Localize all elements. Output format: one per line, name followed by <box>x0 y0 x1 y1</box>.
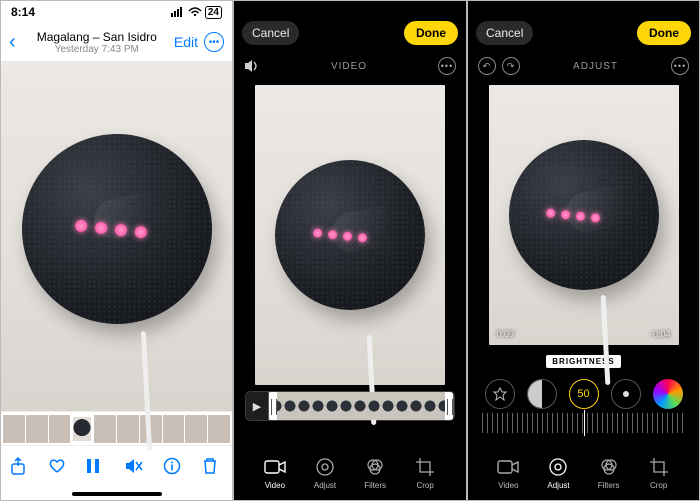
thumbnail[interactable] <box>26 415 48 443</box>
tab-label: Adjust <box>547 481 569 490</box>
cancel-button[interactable]: Cancel <box>476 21 533 45</box>
crop-icon <box>648 456 670 478</box>
video-icon <box>497 456 519 478</box>
tab-adjust[interactable]: Adjust <box>547 456 569 490</box>
thumbnail[interactable] <box>163 415 185 443</box>
adjust-icon <box>314 456 336 478</box>
thumbnail[interactable] <box>117 415 139 443</box>
wifi-icon <box>188 7 202 17</box>
edit-mode-label: VIDEO <box>331 61 367 72</box>
frame-strip[interactable] <box>268 392 454 420</box>
tab-adjust[interactable]: Adjust <box>314 456 336 490</box>
redo-icon[interactable]: ↷ <box>502 57 520 75</box>
status-right: 24 <box>171 6 222 19</box>
crop-icon <box>414 456 436 478</box>
play-icon[interactable]: ▶ <box>246 400 268 413</box>
photos-viewer-panel: 8:14 24 ‹ Magalang – San Isidro Yesterda… <box>0 0 233 501</box>
thumbnail[interactable] <box>185 415 207 443</box>
thumbnail[interactable] <box>49 415 71 443</box>
edit-topbar: Cancel Done <box>234 13 466 53</box>
tab-label: Filters <box>598 481 620 490</box>
video-icon <box>264 456 286 478</box>
dial-auto[interactable] <box>485 379 515 409</box>
info-icon[interactable] <box>163 457 185 475</box>
thumbnail[interactable] <box>208 415 230 443</box>
adjust-icon <box>547 456 569 478</box>
timestamp-subtitle: Yesterday 7:43 PM <box>20 44 174 55</box>
dial-highlights[interactable] <box>611 379 641 409</box>
share-icon[interactable] <box>9 457 31 475</box>
mute-icon[interactable] <box>125 458 147 474</box>
dial-color[interactable] <box>653 379 683 409</box>
tab-label: Video <box>265 481 285 490</box>
volume-icon[interactable] <box>244 59 260 73</box>
header-title-group: Magalang – San Isidro Yesterday 7:43 PM <box>20 30 174 55</box>
dial-exposure[interactable] <box>527 379 557 409</box>
status-bar: 8:14 24 <box>1 1 232 23</box>
photo-subject-speaker <box>22 134 212 324</box>
edit-tabbar: Video Adjust Filters Crop <box>234 456 466 490</box>
dial-brightness[interactable]: 50 <box>569 379 599 409</box>
trash-icon[interactable] <box>202 457 224 475</box>
time-remaining: -0:04 <box>650 329 671 339</box>
trim-handle-right[interactable] <box>445 392 453 420</box>
adjust-tool-label: BRIGHTNESS <box>468 351 699 369</box>
slider-indicator <box>584 410 585 436</box>
tab-label: Crop <box>650 481 667 490</box>
done-button[interactable]: Done <box>404 21 458 45</box>
done-button[interactable]: Done <box>637 21 691 45</box>
tab-label: Crop <box>416 481 433 490</box>
media-canvas[interactable] <box>1 61 232 411</box>
edit-video-panel: Cancel Done VIDEO ••• ▶ Video <box>233 0 467 501</box>
back-button[interactable]: ‹ <box>9 31 16 54</box>
thumbnail-selected[interactable] <box>71 415 93 443</box>
thumbnail-strip[interactable] <box>1 411 232 445</box>
trim-handle-left[interactable] <box>269 392 277 420</box>
tab-label: Filters <box>364 481 386 490</box>
tab-video[interactable]: Video <box>264 456 286 490</box>
video-scrubber[interactable]: ▶ <box>245 391 455 421</box>
time-elapsed: 0:09 <box>497 329 515 339</box>
edit-canvas[interactable] <box>255 85 445 385</box>
tab-crop[interactable]: Crop <box>648 456 670 490</box>
adjust-dial-row[interactable]: 50 <box>468 379 699 409</box>
edit-adjust-panel: Cancel Done ↶ ↷ ADJUST ••• 0:09 -0:04 BR… <box>467 0 700 501</box>
tab-label: Adjust <box>314 481 336 490</box>
tab-filters[interactable]: Filters <box>598 456 620 490</box>
favorite-icon[interactable] <box>48 457 70 475</box>
value-slider[interactable] <box>482 413 685 433</box>
edit-mode-row: VIDEO ••• <box>234 53 466 79</box>
cancel-button[interactable]: Cancel <box>242 21 299 45</box>
tab-label: Video <box>498 481 518 490</box>
pause-icon[interactable] <box>86 458 108 474</box>
status-time: 8:14 <box>11 5 35 19</box>
location-title[interactable]: Magalang – San Isidro <box>20 30 174 44</box>
bottom-toolbar <box>1 445 232 485</box>
thumbnail[interactable] <box>3 415 25 443</box>
edit-mode-row: ↶ ↷ ADJUST ••• <box>468 53 699 79</box>
home-indicator[interactable] <box>72 492 162 496</box>
thumbnail[interactable] <box>94 415 116 443</box>
battery-icon: 24 <box>205 6 222 19</box>
edit-topbar: Cancel Done <box>468 13 699 53</box>
filters-icon <box>598 456 620 478</box>
filters-icon <box>364 456 386 478</box>
more-button[interactable]: ••• <box>204 32 224 52</box>
nav-bar: ‹ Magalang – San Isidro Yesterday 7:43 P… <box>1 23 232 61</box>
tab-crop[interactable]: Crop <box>414 456 436 490</box>
cellular-icon <box>171 7 185 17</box>
edit-mode-label: ADJUST <box>573 61 618 72</box>
undo-icon[interactable]: ↶ <box>478 57 496 75</box>
more-icon[interactable]: ••• <box>671 57 689 75</box>
edit-button[interactable]: Edit <box>174 34 198 50</box>
edit-canvas[interactable]: 0:09 -0:04 <box>489 85 679 345</box>
tab-video[interactable]: Video <box>497 456 519 490</box>
time-overlay: 0:09 -0:04 <box>497 329 671 339</box>
edit-tabbar: Video Adjust Filters Crop <box>468 456 699 490</box>
tab-filters[interactable]: Filters <box>364 456 386 490</box>
more-icon[interactable]: ••• <box>438 57 456 75</box>
